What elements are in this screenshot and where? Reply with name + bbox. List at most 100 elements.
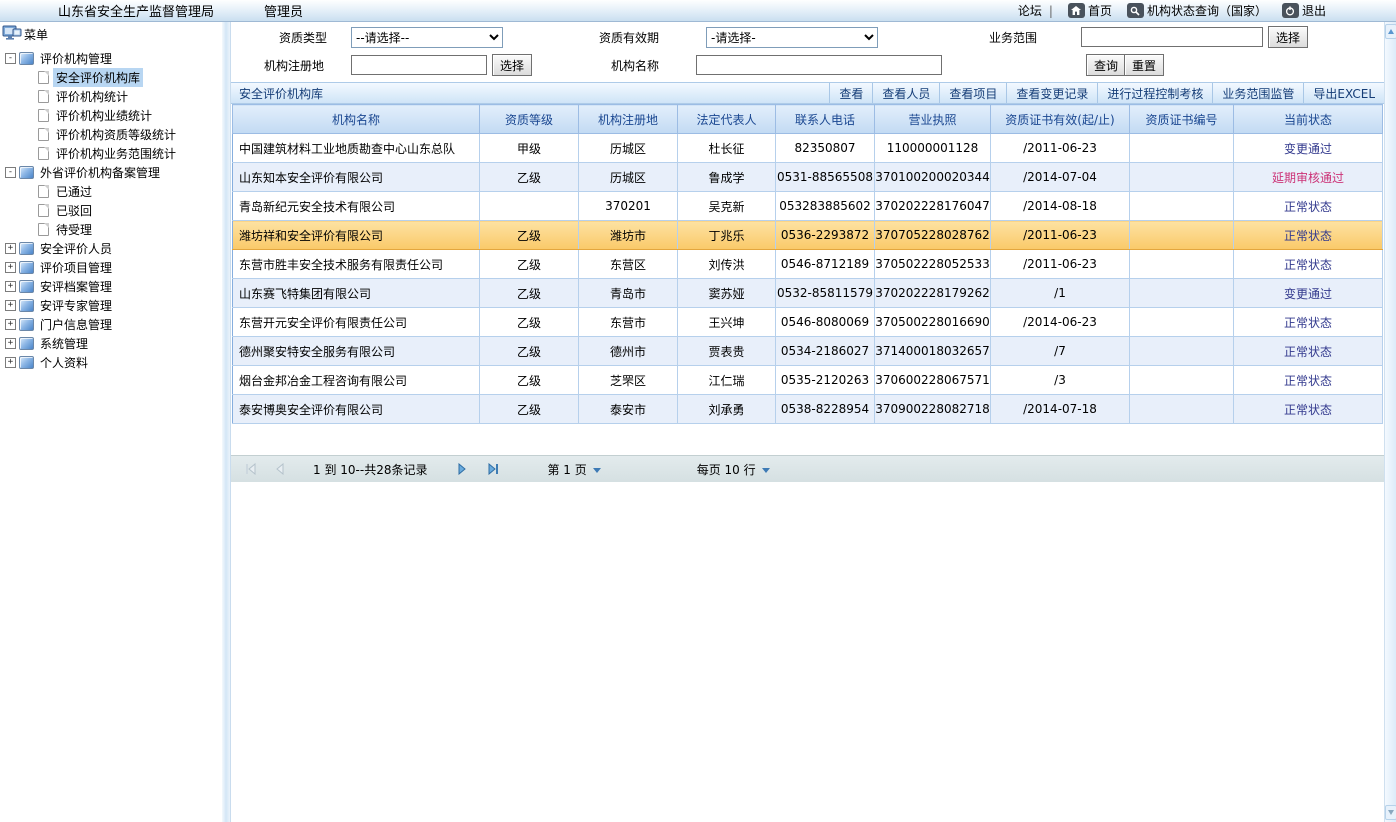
sidebar-item-org-performance-stats[interactable]: 评价机构业绩统计	[0, 106, 222, 125]
process-control-assessment-button[interactable]: 进行过程控制考核	[1097, 83, 1212, 103]
records-summary: 1 到 10--共28条记录	[313, 461, 427, 478]
cell-legal-rep: 鲁成学	[678, 163, 776, 192]
sidebar-group-system-mgmt[interactable]: + 系统管理	[0, 334, 222, 353]
home-link[interactable]: 首页	[1088, 2, 1112, 19]
qualification-type-select[interactable]: --请选择--	[351, 27, 503, 48]
view-change-log-button[interactable]: 查看变更记录	[1006, 83, 1097, 103]
table-row[interactable]: 东营开元安全评价有限责任公司 乙级 东营市 王兴坤 0546-8080069 3…	[233, 308, 1383, 337]
expand-icon[interactable]: +	[5, 338, 16, 349]
search-icon[interactable]	[1127, 3, 1144, 18]
table-row[interactable]: 青岛新纪元安全技术有限公司 370201 吴克新 053283885602 37…	[233, 192, 1383, 221]
vertical-scrollbar[interactable]	[1384, 22, 1396, 822]
cell-grade: 乙级	[480, 337, 579, 366]
last-page-icon[interactable]	[487, 463, 499, 475]
sidebar-group-evaluators[interactable]: + 安全评价人员	[0, 239, 222, 258]
table-row[interactable]: 中国建筑材料工业地质勘查中心山东总队 甲级 历城区 杜长征 82350807 1…	[233, 134, 1383, 163]
table-row-selected[interactable]: 潍坊祥和安全评价有限公司 乙级 潍坊市 丁兆乐 0536-2293872 370…	[233, 221, 1383, 250]
validity-label: 资质有效期	[599, 28, 659, 49]
expand-icon[interactable]: +	[5, 300, 16, 311]
sidebar-item-org-grade-stats[interactable]: 评价机构资质等级统计	[0, 125, 222, 144]
cell-license: 370600228067571	[875, 366, 991, 395]
validity-select[interactable]: -请选择-	[706, 27, 878, 48]
logout-link[interactable]: 退出	[1302, 2, 1326, 19]
table-row[interactable]: 泰安博奥安全评价有限公司 乙级 泰安市 刘承勇 0538-8228954 370…	[233, 395, 1383, 424]
home-icon[interactable]	[1068, 3, 1085, 18]
cell-legal-rep: 江仁瑞	[678, 366, 776, 395]
cell-cert-validity: /7	[991, 337, 1130, 366]
folder-icon	[19, 52, 34, 65]
cell-cert-validity: /2014-08-18	[991, 192, 1130, 221]
cell-grade	[480, 192, 579, 221]
sidebar-group-org-mgmt[interactable]: - 评价机构管理	[0, 49, 222, 68]
table-row[interactable]: 东营市胜丰安全技术服务有限责任公司 乙级 东营区 刘传洪 0546-871218…	[233, 250, 1383, 279]
view-projects-button[interactable]: 查看项目	[939, 83, 1006, 103]
cell-cert-validity: /3	[991, 366, 1130, 395]
page-icon	[38, 204, 49, 217]
top-bar: 山东省安全生产监督管理局 管理员 论坛 | 首页 机构状态查询（国家） 退出	[0, 0, 1396, 22]
registration-place-select-button[interactable]: 选择	[492, 54, 532, 76]
table-row[interactable]: 德州聚安特安全服务有限公司 乙级 德州市 贾表贵 0534-2186027 37…	[233, 337, 1383, 366]
cell-cert-validity: /2014-07-04	[991, 163, 1130, 192]
sidebar-group-archive-mgmt[interactable]: + 安评档案管理	[0, 277, 222, 296]
collapse-icon[interactable]: -	[5, 167, 16, 178]
page-size-dropdown[interactable]: 每页 10 行	[697, 461, 770, 478]
cell-org-name: 泰安博奥安全评价有限公司	[233, 395, 480, 424]
sidebar-item-org-scope-stats[interactable]: 评价机构业务范围统计	[0, 144, 222, 163]
sidebar-item-rejected[interactable]: 已驳回	[0, 201, 222, 220]
cell-license: 370502228052533	[875, 250, 991, 279]
computer-icon	[2, 25, 22, 44]
table-row[interactable]: 山东赛飞特集团有限公司 乙级 青岛市 窦苏娅 0532-85811579 370…	[233, 279, 1383, 308]
expand-icon[interactable]: +	[5, 243, 16, 254]
cell-org-name: 山东知本安全评价有限公司	[233, 163, 480, 192]
search-button[interactable]: 查询	[1086, 54, 1126, 76]
org-name-label: 机构名称	[611, 56, 659, 77]
expand-icon[interactable]: +	[5, 262, 16, 273]
next-page-icon[interactable]	[457, 463, 467, 475]
cell-phone: 0546-8712189	[776, 250, 875, 279]
cell-status: 正常状态	[1234, 192, 1383, 221]
collapse-icon[interactable]: -	[5, 53, 16, 64]
cell-license: 370100200020344	[875, 163, 991, 192]
page-size-label: 每页 10 行	[697, 463, 756, 477]
cell-legal-rep: 吴克新	[678, 192, 776, 221]
sidebar-item-org-library[interactable]: 安全评价机构库	[0, 68, 222, 87]
sidebar-splitter[interactable]	[222, 22, 230, 822]
scope-supervision-button[interactable]: 业务范围监管	[1212, 83, 1303, 103]
business-scope-input[interactable]	[1081, 27, 1263, 47]
cell-phone: 0531-88565508	[776, 163, 875, 192]
first-page-icon[interactable]	[245, 463, 257, 475]
scroll-up-icon[interactable]	[1385, 24, 1396, 39]
forum-link[interactable]: 论坛	[1018, 2, 1042, 19]
sidebar-group-profile[interactable]: + 个人资料	[0, 353, 222, 372]
sidebar-group-external-org[interactable]: - 外省评价机构备案管理	[0, 163, 222, 182]
table-row[interactable]: 山东知本安全评价有限公司 乙级 历城区 鲁成学 0531-88565508 37…	[233, 163, 1383, 192]
page-number-dropdown[interactable]: 第 1 页	[547, 461, 600, 478]
sidebar-group-portal-info[interactable]: + 门户信息管理	[0, 315, 222, 334]
scroll-down-icon[interactable]	[1385, 805, 1396, 820]
table-row[interactable]: 烟台金邦冶金工程咨询有限公司 乙级 芝罘区 江仁瑞 0535-2120263 3…	[233, 366, 1383, 395]
sidebar-item-approved[interactable]: 已通过	[0, 182, 222, 201]
expand-icon[interactable]: +	[5, 281, 16, 292]
logout-icon[interactable]	[1282, 3, 1299, 18]
nav-tree: - 评价机构管理 安全评价机构库 评价机构统计 评价机构业绩统计 评价机构资质等…	[0, 46, 222, 372]
cell-cert-no	[1130, 221, 1234, 250]
expand-icon[interactable]: +	[5, 319, 16, 330]
cell-cert-validity: /1	[991, 279, 1130, 308]
app-title: 山东省安全生产监督管理局	[58, 1, 214, 20]
org-status-query-link[interactable]: 机构状态查询（国家）	[1147, 2, 1267, 19]
expand-icon[interactable]: +	[5, 357, 16, 368]
sidebar-group-expert-mgmt[interactable]: + 安评专家管理	[0, 296, 222, 315]
registration-place-input[interactable]	[351, 55, 487, 75]
reset-button[interactable]: 重置	[1124, 54, 1164, 76]
cell-status: 正常状态	[1234, 250, 1383, 279]
sidebar-item-pending[interactable]: 待受理	[0, 220, 222, 239]
business-scope-select-button[interactable]: 选择	[1268, 26, 1308, 48]
grid-title: 安全评价机构库	[239, 85, 323, 102]
sidebar-group-project-mgmt[interactable]: + 评价项目管理	[0, 258, 222, 277]
sidebar-item-org-stats[interactable]: 评价机构统计	[0, 87, 222, 106]
view-button[interactable]: 查看	[829, 83, 872, 103]
org-name-input[interactable]	[696, 55, 942, 75]
prev-page-icon[interactable]	[275, 463, 285, 475]
view-personnel-button[interactable]: 查看人员	[872, 83, 939, 103]
export-excel-button[interactable]: 导出EXCEL	[1303, 83, 1384, 103]
